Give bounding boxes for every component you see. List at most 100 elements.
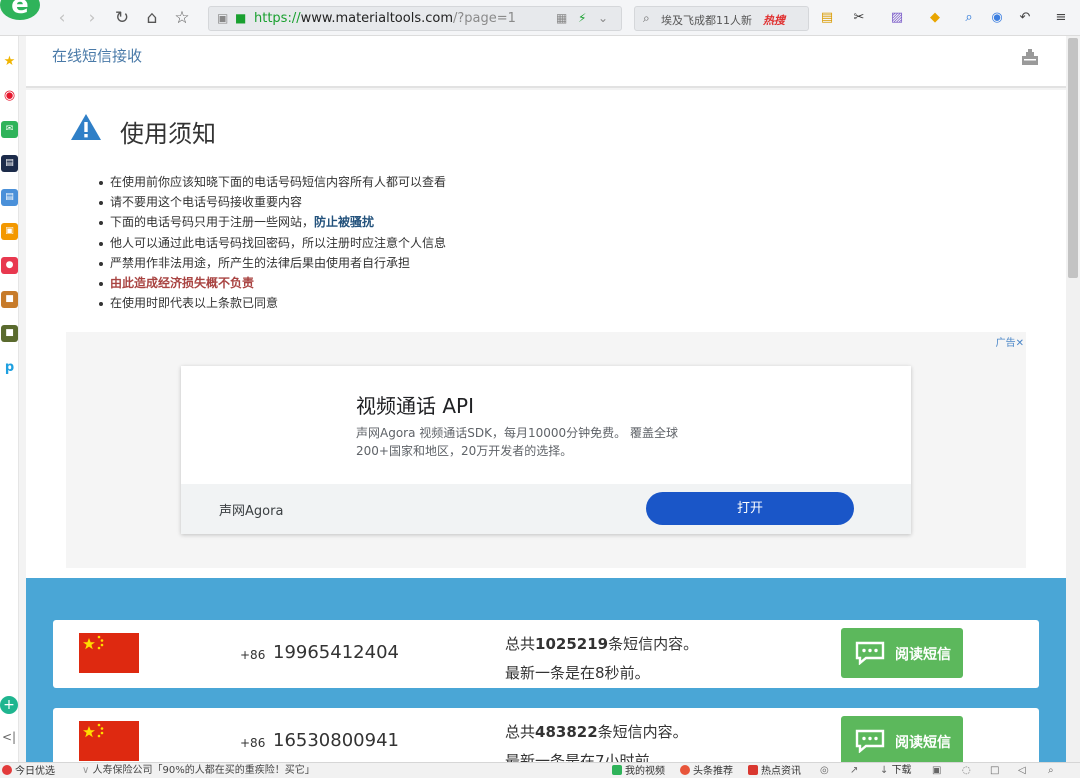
page-content: 在线短信接收 使用须知 在使用前你应该知晓下面的电话号码短信内容所有人都可以查看… (19, 36, 1066, 762)
message-count-line: 总共1025219条短信内容。 (505, 630, 698, 659)
news-ticker[interactable]: ∨ 人寿保险公司「90%的人都在买的重疾险！买它」 (82, 765, 315, 777)
site-navbar: 在线短信接收 (26, 36, 1066, 88)
mail-icon[interactable]: ✉ (1, 121, 18, 138)
ad-description-line: 200+国家和地区，20万开发者的选择。 (356, 444, 573, 458)
novel-app-icon[interactable]: ▣ (1, 223, 18, 240)
home-icon[interactable]: ⌂ (142, 8, 162, 28)
message-count: 1025219 (535, 635, 609, 653)
menu-icon[interactable]: ≡ (1052, 9, 1070, 27)
qr-code-icon[interactable]: ▦ (556, 11, 567, 25)
url-text[interactable]: https://www.materialtools.com/?page=1 (254, 11, 516, 26)
game-app-2-icon[interactable]: ■ (1, 325, 18, 342)
ad-container: 广告✕ 视频通话 API 声网Agora 视频通话SDK，每月10000分钟免费… (66, 332, 1026, 568)
rule-item: 他人可以通过此电话号码找回密码，所以注册时应注意个人信息 (98, 233, 446, 253)
rocket-icon[interactable]: ↗ (850, 765, 858, 777)
phone-number[interactable]: 19965412404 (273, 642, 399, 663)
notes-icon[interactable]: ▤ (1, 189, 18, 206)
warning-icon (71, 114, 101, 140)
weibo-icon[interactable]: ◉ (1, 87, 18, 104)
my-videos[interactable]: 我的视频 (612, 765, 665, 778)
read-sms-button[interactable]: 阅读短信 (841, 716, 963, 762)
undo-close-icon[interactable]: ↶ (1016, 9, 1034, 27)
latest-prefix: 最新一条是在 (505, 664, 596, 682)
screenshot-scissors-icon[interactable]: ✂ (850, 9, 868, 27)
browser-logo-icon[interactable]: e (0, 0, 40, 20)
china-flag-icon (79, 633, 139, 673)
window-icon[interactable]: □ (990, 765, 999, 777)
news-ticker-text: 人寿保险公司「90%的人都在买的重疾险！买它」 (92, 765, 315, 776)
latest-message-line: 最新一条是在7小时前。 (505, 747, 688, 762)
find-icon[interactable]: ⌕ (960, 9, 978, 27)
ad-advertiser[interactable]: 声网Agora (219, 500, 283, 519)
search-suggestion[interactable]: 埃及飞成都11人新 (661, 12, 753, 28)
rule-item-text: 下面的电话号码只用于注册一些网站， (110, 215, 315, 230)
ad-close-label[interactable]: 广告✕ (996, 334, 1024, 349)
zoom-icon[interactable]: ⌕ (1048, 765, 1054, 777)
devices-icon[interactable]: ▣ (932, 765, 941, 777)
url-path: /?page=1 (453, 11, 516, 26)
volume-icon[interactable]: ◁ (1018, 765, 1026, 777)
phone-card: +86 19965412404 总共1025219条短信内容。 最新一条是在8秒… (53, 620, 1039, 688)
ad-description: 声网Agora 视频通话SDK，每月10000分钟免费。 覆盖全球 200+国家… (356, 424, 736, 460)
china-flag-icon (79, 721, 139, 761)
count-suffix: 条短信内容。 (597, 723, 688, 741)
news-icon (748, 765, 758, 775)
history-icon[interactable]: ◎ (820, 765, 829, 777)
add-sidebar-app-icon[interactable]: + (0, 696, 18, 714)
site-brand[interactable]: 在线短信接收 (52, 45, 142, 66)
ad-open-button[interactable]: 打开 (646, 492, 854, 525)
speed-mode-icon[interactable]: ⚡ (578, 11, 586, 25)
rule-item: 在使用时即代表以上条款已同意 (98, 293, 446, 313)
url-host: www.materialtools.com (300, 11, 453, 26)
ad-title[interactable]: 视频通话 API (356, 390, 474, 419)
latest-prefix: 最新一条是在 (505, 752, 596, 762)
today-picks[interactable]: 今日优选 (2, 765, 55, 778)
translate-icon[interactable]: ▨ (888, 9, 906, 27)
reload-icon[interactable]: ↻ (112, 8, 132, 28)
country-code: +86 (240, 648, 266, 662)
count-suffix: 条短信内容。 (608, 635, 699, 653)
shopping-app-icon[interactable]: ● (1, 257, 18, 274)
latest-suffix: 前。 (619, 664, 650, 682)
downloads[interactable]: ↓ 下载 (880, 765, 912, 777)
site-info-icon[interactable]: ▣ (217, 11, 228, 25)
hot-news[interactable]: 热点资讯 (748, 765, 801, 778)
lock-icon: ■ (235, 11, 247, 25)
count-prefix: 总共 (505, 723, 536, 741)
game-app-icon[interactable]: ■ (1, 291, 18, 308)
count-prefix: 总共 (505, 635, 536, 653)
bookmark-star-icon[interactable]: ☆ (172, 8, 192, 28)
rule-item-warning: 由此造成经济损失概不负责 (98, 273, 446, 293)
browser-toolbar: e ‹ › ↻ ⌂ ☆ ▣ ■ https://www.materialtool… (0, 0, 1080, 36)
search-icon: ⌕ (643, 11, 650, 25)
url-dropdown-icon[interactable]: ⌄ (598, 11, 608, 25)
scrollbar-thumb[interactable] (1068, 38, 1078, 278)
extension-coupon-icon[interactable]: ▤ (818, 9, 836, 27)
account-icon[interactable]: ◉ (988, 9, 1006, 27)
p-app-icon[interactable]: p (1, 359, 18, 376)
extension-shield-icon[interactable]: ◆ (926, 9, 944, 27)
favorites-star-icon[interactable]: ★ (1, 53, 18, 70)
ad-card[interactable]: 视频通话 API 声网Agora 视频通话SDK，每月10000分钟免费。 覆盖… (181, 366, 911, 534)
hot-search-label[interactable]: 热搜 (763, 12, 785, 28)
chat-icon (855, 641, 885, 665)
browser-statusbar: 今日优选 ∨ 人寿保险公司「90%的人都在买的重疾险！买它」 我的视频 头条推荐… (0, 762, 1080, 778)
read-sms-button[interactable]: 阅读短信 (841, 628, 963, 678)
phone-number[interactable]: 16530800941 (273, 730, 399, 751)
address-bar[interactable]: ▣ ■ https://www.materialtools.com/?page=… (208, 6, 622, 31)
back-icon[interactable]: ‹ (52, 8, 72, 28)
news-app-icon[interactable]: ▤ (1, 155, 18, 172)
notice-title: 使用须知 (120, 120, 216, 148)
latest-time: 8秒 (595, 664, 620, 682)
ad-footer: 声网Agora 打开 (181, 484, 911, 534)
search-box[interactable]: ⌕ 埃及飞成都11人新 热搜 (634, 6, 809, 31)
forward-icon[interactable]: › (82, 8, 102, 28)
headlines[interactable]: 头条推荐 (680, 765, 733, 778)
navbar-toggle-icon[interactable] (1020, 48, 1040, 66)
rule-item: 严禁用作非法用途，所产生的法律后果由使用者自行承担 (98, 253, 446, 273)
ie-mode-icon[interactable]: ◌ (962, 765, 971, 777)
phone-card: +86 16530800941 总共483822条短信内容。 最新一条是在7小时… (53, 708, 1039, 762)
collapse-sidebar-icon[interactable]: <| (2, 730, 16, 744)
ad-description-line: 声网Agora 视频通话SDK，每月10000分钟免费。 覆盖全球 (356, 426, 678, 440)
message-count-line: 总共483822条短信内容。 (505, 718, 688, 747)
